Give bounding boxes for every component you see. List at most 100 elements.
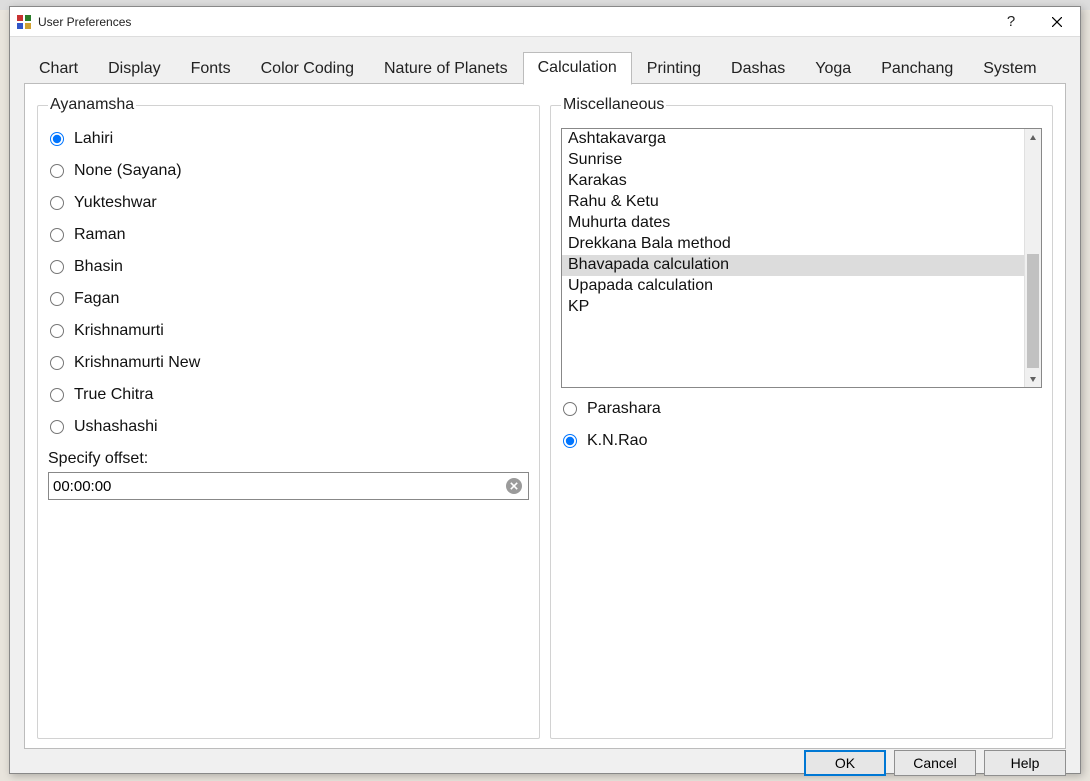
- radio-input[interactable]: [50, 132, 64, 146]
- dialog-buttons: OK Cancel Help: [10, 750, 1080, 776]
- title-bar: User Preferences ?: [10, 7, 1080, 37]
- tab-label: Yoga: [815, 60, 851, 77]
- offset-input[interactable]: [53, 478, 506, 495]
- radio-input[interactable]: [50, 356, 64, 370]
- clear-icon[interactable]: [506, 478, 522, 494]
- titlebar-help-button[interactable]: ?: [988, 7, 1034, 37]
- offset-label: Specify offset:: [48, 450, 529, 468]
- tab-label: Display: [108, 60, 160, 77]
- radio-parashara[interactable]: Parashara: [563, 400, 1042, 418]
- button-label: Cancel: [913, 755, 957, 771]
- tab-label: Color Coding: [261, 60, 354, 77]
- radio-input[interactable]: [563, 402, 577, 416]
- tab-printing[interactable]: Printing: [632, 53, 716, 85]
- radio-input[interactable]: [50, 420, 64, 434]
- scroll-up-arrow-icon[interactable]: [1025, 129, 1041, 146]
- group-legend: Ayanamsha: [48, 96, 136, 114]
- radio-krishnamurti[interactable]: Krishnamurti: [50, 322, 529, 340]
- tabs-area: Chart Display Fonts Color Coding Nature …: [10, 37, 1080, 750]
- radio-label: Raman: [74, 226, 126, 244]
- radio-input[interactable]: [50, 228, 64, 242]
- radio-label: True Chitra: [74, 386, 153, 404]
- tab-label: Printing: [647, 60, 701, 77]
- radio-input[interactable]: [50, 260, 64, 274]
- button-label: OK: [835, 755, 855, 771]
- list-item[interactable]: KP: [562, 297, 1024, 318]
- list-item[interactable]: Upapada calculation: [562, 276, 1024, 297]
- scroll-thumb[interactable]: [1027, 254, 1039, 368]
- radio-input[interactable]: [50, 196, 64, 210]
- scrollbar[interactable]: [1024, 129, 1041, 387]
- radio-krishnamurti-new[interactable]: Krishnamurti New: [50, 354, 529, 372]
- tab-dashas[interactable]: Dashas: [716, 53, 800, 85]
- button-label: Help: [1011, 755, 1040, 771]
- panel-miscellaneous: Miscellaneous AshtakavargaSunriseKarakas…: [550, 96, 1053, 748]
- window-title: User Preferences: [38, 15, 131, 29]
- list-item[interactable]: Muhurta dates: [562, 213, 1024, 234]
- tab-label: Chart: [39, 60, 78, 77]
- help-button[interactable]: Help: [984, 750, 1066, 776]
- tab-label: Panchang: [881, 60, 953, 77]
- tab-yoga[interactable]: Yoga: [800, 53, 866, 85]
- radio-label: Bhasin: [74, 258, 123, 276]
- tab-label: Calculation: [538, 59, 617, 76]
- radio-label: Krishnamurti: [74, 322, 164, 340]
- radio-bhasin[interactable]: Bhasin: [50, 258, 529, 276]
- radio-label: K.N.Rao: [587, 432, 647, 450]
- radio-input[interactable]: [50, 292, 64, 306]
- radio-label: Parashara: [587, 400, 661, 418]
- tab-display[interactable]: Display: [93, 53, 175, 85]
- list-item[interactable]: Karakas: [562, 171, 1024, 192]
- titlebar-close-button[interactable]: [1034, 7, 1080, 37]
- radio-input[interactable]: [50, 388, 64, 402]
- radio-label: None (Sayana): [74, 162, 182, 180]
- radio-input[interactable]: [563, 434, 577, 448]
- radio-yukteshwar[interactable]: Yukteshwar: [50, 194, 529, 212]
- tab-panchang[interactable]: Panchang: [866, 53, 968, 85]
- radio-input[interactable]: [50, 324, 64, 338]
- misc-sub-options: Parashara K.N.Rao: [563, 400, 1042, 450]
- tab-color-coding[interactable]: Color Coding: [246, 53, 369, 85]
- tab-system[interactable]: System: [968, 53, 1051, 85]
- group-ayanamsha: Ayanamsha Lahiri None (Sayana) Yukteshwar R…: [37, 96, 540, 739]
- tab-nature-of-planets[interactable]: Nature of Planets: [369, 53, 523, 85]
- preferences-dialog: User Preferences ? Chart Display Fonts C…: [9, 6, 1081, 774]
- radio-ushashashi[interactable]: Ushashashi: [50, 418, 529, 436]
- list-item[interactable]: Sunrise: [562, 150, 1024, 171]
- radio-fagan[interactable]: Fagan: [50, 290, 529, 308]
- radio-true-chitra[interactable]: True Chitra: [50, 386, 529, 404]
- tab-calculation[interactable]: Calculation: [523, 52, 632, 85]
- ayanamsha-options: Lahiri None (Sayana) Yukteshwar Raman Bhasin…: [50, 130, 529, 436]
- offset-input-wrap[interactable]: [48, 472, 529, 500]
- tab-label: Nature of Planets: [384, 60, 508, 77]
- radio-lahiri[interactable]: Lahiri: [50, 130, 529, 148]
- scroll-track[interactable]: [1025, 146, 1041, 370]
- group-legend: Miscellaneous: [561, 96, 666, 114]
- cancel-button[interactable]: Cancel: [894, 750, 976, 776]
- scroll-down-arrow-icon[interactable]: [1025, 370, 1041, 387]
- radio-input[interactable]: [50, 164, 64, 178]
- list-item[interactable]: Rahu & Ketu: [562, 192, 1024, 213]
- radio-raman[interactable]: Raman: [50, 226, 529, 244]
- radio-label: Krishnamurti New: [74, 354, 200, 372]
- radio-label: Fagan: [74, 290, 119, 308]
- list-item[interactable]: Ashtakavarga: [562, 129, 1024, 150]
- radio-label: Yukteshwar: [74, 194, 157, 212]
- tab-label: System: [983, 60, 1036, 77]
- tab-fonts[interactable]: Fonts: [176, 53, 246, 85]
- tab-content: Ayanamsha Lahiri None (Sayana) Yukteshwar R…: [24, 83, 1066, 749]
- tab-strip: Chart Display Fonts Color Coding Nature …: [24, 51, 1066, 84]
- misc-listbox[interactable]: AshtakavargaSunriseKarakasRahu & KetuMuh…: [561, 128, 1042, 388]
- group-miscellaneous: Miscellaneous AshtakavargaSunriseKarakas…: [550, 96, 1053, 739]
- tab-chart[interactable]: Chart: [24, 53, 93, 85]
- tab-label: Dashas: [731, 60, 785, 77]
- radio-label: Lahiri: [74, 130, 113, 148]
- ok-button[interactable]: OK: [804, 750, 886, 776]
- list-item[interactable]: Drekkana Bala method: [562, 234, 1024, 255]
- radio-none-sayana-[interactable]: None (Sayana): [50, 162, 529, 180]
- list-item[interactable]: Bhavapada calculation: [562, 255, 1024, 276]
- radio-label: Ushashashi: [74, 418, 158, 436]
- radio-k-n-rao[interactable]: K.N.Rao: [563, 432, 1042, 450]
- tab-label: Fonts: [191, 60, 231, 77]
- app-icon: [16, 14, 32, 30]
